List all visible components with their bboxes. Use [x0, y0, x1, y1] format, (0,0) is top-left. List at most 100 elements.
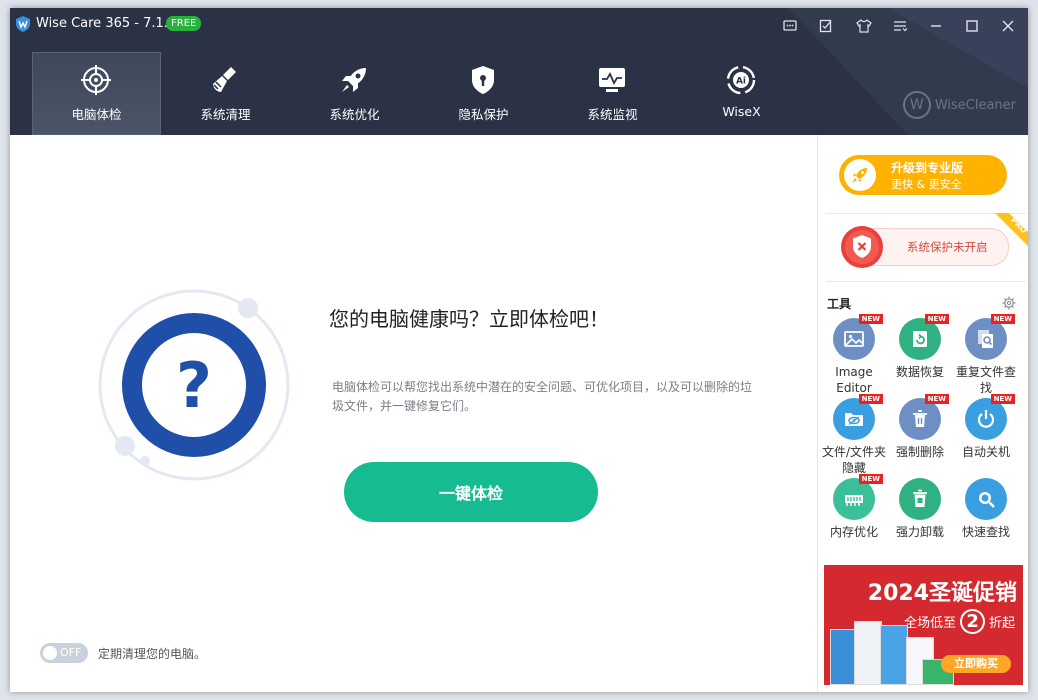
headline: 您的电脑健康吗？立即体检吧！	[329, 307, 609, 331]
search-icon	[965, 478, 1007, 520]
app-window: Wise Care 365 - 7.1.0 FREE 电脑体检 系统清理 系统优…	[10, 8, 1028, 692]
broom-icon	[209, 64, 241, 96]
tab-wisex[interactable]: Ai WiseX	[677, 52, 806, 135]
wisecleaner-brand: W WiseCleaner	[902, 91, 1016, 119]
upgrade-title: 升级到专业版	[891, 161, 964, 175]
new-badge: NEW	[990, 314, 1015, 324]
tool-label: 自动关机	[961, 445, 1010, 459]
close-icon[interactable]	[1000, 18, 1016, 34]
tool-data-recovery[interactable]: NEW 数据恢复	[886, 314, 954, 380]
buy-now-button[interactable]: 立即购买	[941, 655, 1011, 673]
promo-sub-prefix: 全场低至	[904, 616, 957, 631]
christmas-promo-banner[interactable]: 2024圣诞促销 全场低至 2 折起 立即购买	[824, 565, 1023, 685]
tool-label: 快速查找	[961, 525, 1010, 539]
scheduled-clean-label: 定期清理您的电脑。	[98, 647, 207, 661]
tab-system-cleaner[interactable]: 系统清理	[161, 52, 290, 135]
upgrade-subtitle: 更快 & 更安全	[891, 178, 962, 191]
new-badge: NEW	[858, 314, 883, 324]
title-bar: Wise Care 365 - 7.1.0 FREE	[10, 8, 1028, 44]
tab-label: 隐私保护	[458, 107, 509, 122]
tab-label: 系统清理	[200, 107, 251, 122]
uninstall-icon	[899, 478, 941, 520]
duplicate-icon: NEW	[965, 314, 1015, 360]
question-mark: ?	[176, 349, 212, 422]
tool-label: 数据恢复	[895, 365, 944, 379]
promo-sub-suffix: 折起	[988, 616, 1015, 631]
notes-icon[interactable]	[818, 18, 834, 34]
upgrade-pro-button[interactable]: 升级到专业版 更快 & 更安全	[839, 155, 1007, 195]
system-protection-status[interactable]: 系统保护未开启	[841, 226, 1009, 268]
ram-icon: NEW	[833, 474, 883, 520]
trash-icon: NEW	[899, 394, 949, 440]
brand-name: WiseCleaner	[934, 97, 1016, 113]
target-icon	[80, 64, 112, 96]
feedback-icon[interactable]	[782, 18, 798, 34]
shield-alert-icon	[841, 226, 883, 268]
tab-pc-checkup[interactable]: 电脑体检	[32, 52, 161, 135]
wisecleaner-logo-icon: W	[902, 91, 931, 119]
shield-lock-icon	[467, 64, 499, 96]
recover-icon: NEW	[899, 314, 949, 360]
promo-discount-number: 2	[960, 609, 985, 634]
header: Wise Care 365 - 7.1.0 FREE 电脑体检 系统清理 系统优…	[10, 8, 1028, 135]
health-check-graphic: ?	[98, 289, 290, 481]
tab-label: 电脑体检	[71, 107, 122, 122]
image-icon: NEW	[833, 314, 883, 360]
tab-label: 系统优化	[329, 107, 380, 122]
rocket-icon	[338, 64, 370, 96]
tab-system-optimizer[interactable]: 系统优化	[290, 52, 419, 135]
tool-folder-hider[interactable]: NEW 文件/文件夹隐藏	[820, 394, 888, 476]
menu-icon[interactable]	[892, 18, 908, 34]
ai-icon: Ai	[725, 64, 757, 96]
tool-label: Image Editor	[835, 365, 873, 395]
svg-text:Ai: Ai	[736, 77, 746, 87]
hide-folder-icon: NEW	[833, 394, 883, 440]
scheduled-clean-toggle[interactable]: OFF	[40, 643, 88, 663]
new-badge: NEW	[990, 394, 1015, 404]
tool-label: 文件/文件夹隐藏	[821, 445, 887, 475]
promo-title: 2024圣诞促销	[867, 581, 1017, 606]
tab-label: WiseX	[722, 104, 761, 119]
skin-icon[interactable]	[856, 18, 872, 34]
tool-force-delete[interactable]: NEW 强制删除	[886, 394, 954, 460]
app-title: Wise Care 365 - 7.1.0	[36, 16, 177, 31]
promo-subtitle: 全场低至 2 折起	[904, 609, 1015, 634]
product-box-image	[880, 625, 908, 685]
toggle-state: OFF	[60, 646, 82, 659]
checkup-panel: ? 您的电脑健康吗？立即体检吧！ 电脑体检可以帮您找出系统中潜在的安全问题、可优…	[10, 135, 816, 692]
tool-label: 强制删除	[895, 445, 944, 459]
free-badge: FREE	[166, 16, 202, 31]
tab-label: 系统监视	[587, 107, 638, 122]
tab-system-monitor[interactable]: 系统监视	[548, 52, 677, 135]
tool-label: 内存优化	[829, 525, 878, 539]
protection-status-text: 系统保护未开启	[907, 240, 988, 254]
maximize-icon[interactable]	[964, 18, 980, 34]
one-click-scan-button[interactable]: 一键体检	[344, 462, 598, 522]
right-sidebar: 升级到专业版 更快 & 更安全 PRO 系统保护未开启 工具 NEW Image…	[817, 135, 1028, 692]
new-badge: NEW	[858, 474, 883, 484]
rocket-icon	[844, 159, 876, 191]
description: 电脑体检可以帮您找出系统中潜在的安全问题、可优化项目，以及可以删除的垃圾文件，并…	[332, 380, 753, 413]
toggle-knob	[43, 646, 57, 660]
new-badge: NEW	[924, 314, 949, 324]
tool-memory-optimizer[interactable]: NEW 内存优化	[820, 474, 888, 540]
main-nav: 电脑体检 系统清理 系统优化 隐私保护 系统监视 Ai WiseX	[32, 52, 806, 135]
monitor-icon	[596, 64, 628, 96]
tab-privacy-protector[interactable]: 隐私保护	[419, 52, 548, 135]
tool-quick-search[interactable]: 快速查找	[952, 478, 1020, 540]
tool-duplicate-finder[interactable]: NEW 重复文件查找	[952, 314, 1020, 396]
tool-auto-shutdown[interactable]: NEW 自动关机	[952, 394, 1020, 460]
tool-label: 强力卸载	[895, 525, 944, 539]
product-box-image	[854, 621, 882, 685]
tool-force-uninstall[interactable]: 强力卸载	[886, 478, 954, 540]
tool-image-editor[interactable]: NEW Image Editor	[820, 314, 888, 396]
new-badge: NEW	[924, 394, 949, 404]
power-icon: NEW	[965, 394, 1015, 440]
new-badge: NEW	[858, 394, 883, 404]
tool-label: 重复文件查找	[955, 365, 1016, 395]
gear-icon[interactable]	[1002, 296, 1016, 310]
tools-title: 工具	[827, 297, 852, 311]
app-logo-icon	[16, 16, 30, 32]
divider	[826, 281, 1026, 282]
minimize-icon[interactable]	[928, 18, 944, 34]
